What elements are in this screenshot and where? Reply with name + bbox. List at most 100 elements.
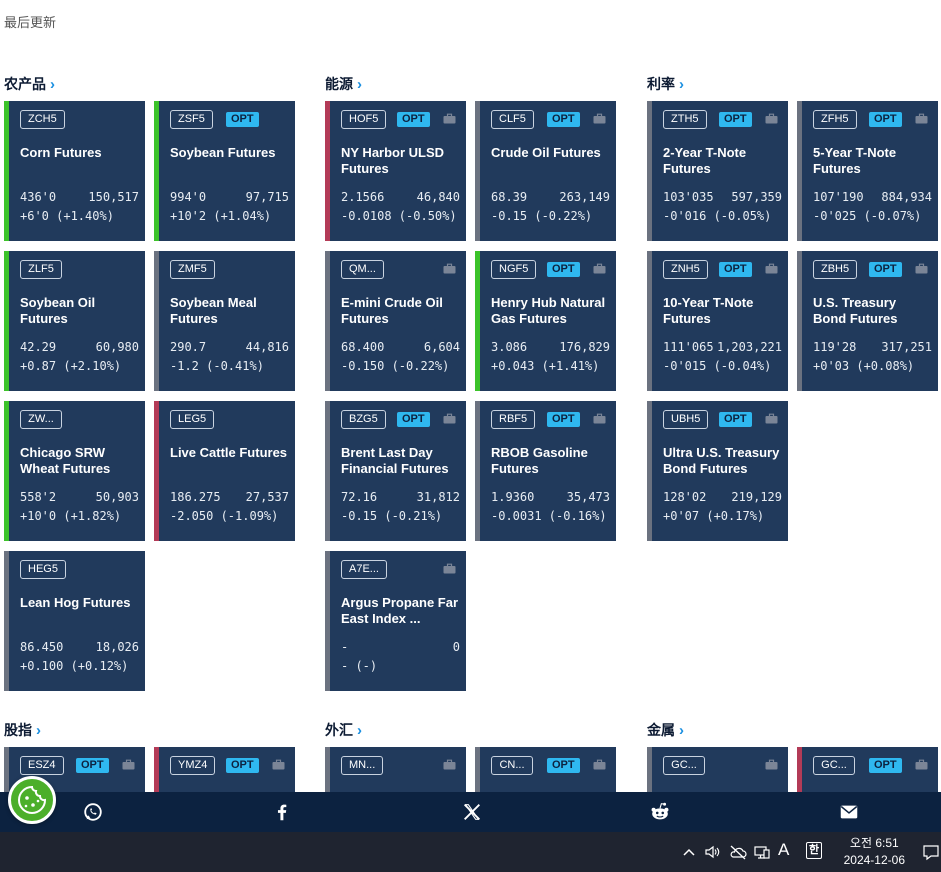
futures-card[interactable]: ZLF5 Soybean Oil Futures 42.29 60,980 +0.87 … [4,251,145,391]
clock[interactable]: 오전 6:51 2024-12-06 [844,835,905,869]
futures-card[interactable]: LEG5 Live Cattle Futures 186.275 27,537 -2.0… [154,401,295,541]
price-change: +0.043 (+1.41%) [491,359,600,373]
futures-card[interactable]: ZCH5 Corn Futures 436'0 150,517 +6'0 (+1.40%… [4,101,145,241]
futures-card[interactable]: CLF5 OPT Crude Oil Futures 68.39 263,149 -0.1… [475,101,616,241]
whatsapp-icon[interactable] [82,801,104,823]
futures-card[interactable]: ZFH5 OPT 5-Year T-Note Futures 107'190 884,9… [797,101,938,241]
futures-card[interactable]: ZBH5 OPT U.S. Treasury Bond Futures 119'28 3… [797,251,938,391]
contract-name: 5-Year T-Note Futures [813,145,897,176]
opt-badge[interactable]: OPT [869,112,902,127]
network-icon[interactable] [753,843,771,861]
briefcase-icon[interactable] [593,113,606,124]
volume: 219,129 [731,490,782,504]
futures-card[interactable]: ZSF5 OPT Soybean Futures 994'0 97,715 +10'2 (… [154,101,295,241]
briefcase-icon[interactable] [765,113,778,124]
futures-card[interactable]: RBF5 OPT RBOB Gasoline Futures 1.9360 35,473… [475,401,616,541]
price-change: +10'0 (+1.82%) [20,509,122,523]
section-agri-link[interactable]: 农产品 › [4,74,55,94]
opt-badge[interactable]: OPT [719,412,752,427]
price-change: -0.0108 (-0.50%) [341,209,457,223]
briefcase-icon[interactable] [915,263,928,274]
reddit-icon[interactable] [649,801,671,823]
section-metals-link[interactable]: 金属 › [647,720,684,740]
briefcase-icon[interactable] [765,759,778,770]
contract-name: 10-Year T-Note Futures [663,295,754,326]
futures-card[interactable]: HEG5 Lean Hog Futures 86.450 18,026 +0.100 (… [4,551,145,691]
briefcase-icon[interactable] [443,759,456,770]
opt-badge[interactable]: OPT [226,758,259,773]
briefcase-icon[interactable] [443,263,456,274]
futures-card[interactable]: A7E... Argus Propane Far East Index ... - 0… [325,551,466,691]
opt-badge[interactable]: OPT [719,112,752,127]
briefcase-icon[interactable] [443,113,456,124]
opt-badge[interactable]: OPT [869,262,902,277]
volume: 1,203,221 [716,340,782,354]
price-change: +6'0 (+1.40%) [20,209,114,223]
briefcase-icon[interactable] [765,413,778,424]
briefcase-icon[interactable] [765,263,778,274]
opt-badge[interactable]: OPT [547,262,580,277]
opt-badge[interactable]: OPT [226,112,259,127]
last-price: 994'0 [170,190,207,204]
futures-card[interactable]: HOF5 OPT NY Harbor ULSD Futures 2.1566 46,84… [325,101,466,241]
opt-badge[interactable]: OPT [397,112,430,127]
contract-name: Soybean Meal Futures [170,295,257,326]
notification-icon[interactable] [922,843,940,861]
futures-card[interactable]: NGF5 OPT Henry Hub Natural Gas Futures 3.08… [475,251,616,391]
speaker-icon[interactable] [704,843,722,861]
contract-code-tag: NGF5 [491,260,537,279]
briefcase-icon[interactable] [593,413,606,424]
clock-time: 오전 6:51 [849,836,899,850]
section-fx-link[interactable]: 外汇 › [325,720,362,740]
volume: 18,026 [95,640,139,654]
volume: 150,517 [88,190,139,204]
briefcase-icon[interactable] [915,113,928,124]
section-equity-link[interactable]: 股指 › [4,720,41,740]
opt-badge[interactable]: OPT [547,412,580,427]
chevron-right-icon: › [36,721,41,739]
futures-card[interactable]: ZNH5 OPT 10-Year T-Note Futures 111'065 1,20… [647,251,788,391]
briefcase-icon[interactable] [915,759,928,770]
briefcase-icon[interactable] [122,759,135,770]
page: 最后更新 农产品 › 能源 › 利率 › 股指 › 外汇 › 金属 › ZCH5 Corn F… [0,0,941,872]
section-energy-link[interactable]: 能源 › [325,74,362,94]
futures-card[interactable]: BZG5 OPT Brent Last Day Financial Futures 7… [325,401,466,541]
opt-badge[interactable]: OPT [869,758,902,773]
volume: 97,715 [245,190,289,204]
contract-code-tag: ZNH5 [663,260,708,279]
contract-code-tag: MN... [341,756,384,775]
briefcase-icon[interactable] [443,413,456,424]
email-icon[interactable] [838,801,860,823]
last-price: 436'0 [20,190,57,204]
cloud-offline-icon[interactable] [729,843,747,861]
facebook-icon[interactable] [271,801,293,823]
futures-card[interactable]: ZW... Chicago SRW Wheat Futures 558'2 50,90… [4,401,145,541]
ime-letter-indicator[interactable]: A [778,840,789,859]
x-icon[interactable] [461,801,483,823]
opt-badge[interactable]: OPT [547,112,580,127]
futures-card[interactable]: QM... E-mini Crude Oil Futures 68.400 6,604… [325,251,466,391]
chevron-up-icon[interactable] [682,843,696,861]
volume: 0 [452,640,460,654]
contract-name: E-mini Crude Oil Futures [341,295,443,326]
chevron-right-icon: › [357,721,362,739]
cookie-settings-button[interactable] [8,776,56,824]
briefcase-icon[interactable] [272,759,285,770]
volume: 44,816 [245,340,289,354]
contract-name: NY Harbor ULSD Futures [341,145,445,176]
price-change: -0.0031 (-0.16%) [491,509,607,523]
briefcase-icon[interactable] [593,263,606,274]
futures-card[interactable]: ZTH5 OPT 2-Year T-Note Futures 103'035 597,3… [647,101,788,241]
contract-name: Corn Futures [20,145,102,160]
ime-korean-indicator[interactable]: 한 [806,842,822,859]
futures-card[interactable]: UBH5 OPT Ultra U.S. Treasury Bond Futures 1… [647,401,788,541]
opt-badge[interactable]: OPT [547,758,580,773]
opt-badge[interactable]: OPT [719,262,752,277]
briefcase-icon[interactable] [593,759,606,770]
futures-card[interactable]: ZMF5 Soybean Meal Futures 290.7 44,816 -1.2 … [154,251,295,391]
contract-code-tag: A7E... [341,560,387,579]
briefcase-icon[interactable] [443,563,456,574]
opt-badge[interactable]: OPT [76,758,109,773]
opt-badge[interactable]: OPT [397,412,430,427]
section-rates-link[interactable]: 利率 › [647,74,684,94]
